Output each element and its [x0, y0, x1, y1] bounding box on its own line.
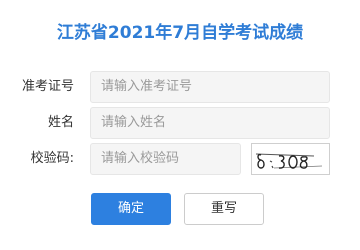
- captcha-label: 校验码:: [30, 151, 74, 166]
- captcha-input[interactable]: [90, 143, 241, 175]
- captcha-graphic: [255, 153, 323, 169]
- name-input[interactable]: [90, 107, 330, 139]
- page-title: 江苏省2021年7月自学考试成绩: [56, 23, 304, 43]
- admission-number-input[interactable]: [90, 71, 330, 103]
- name-label: 姓名: [47, 115, 74, 130]
- submit-button[interactable]: 确定: [91, 193, 171, 225]
- reset-button[interactable]: 重写: [184, 193, 264, 225]
- captcha-image[interactable]: [251, 143, 330, 175]
- admission-number-label: 准考证号: [21, 79, 74, 94]
